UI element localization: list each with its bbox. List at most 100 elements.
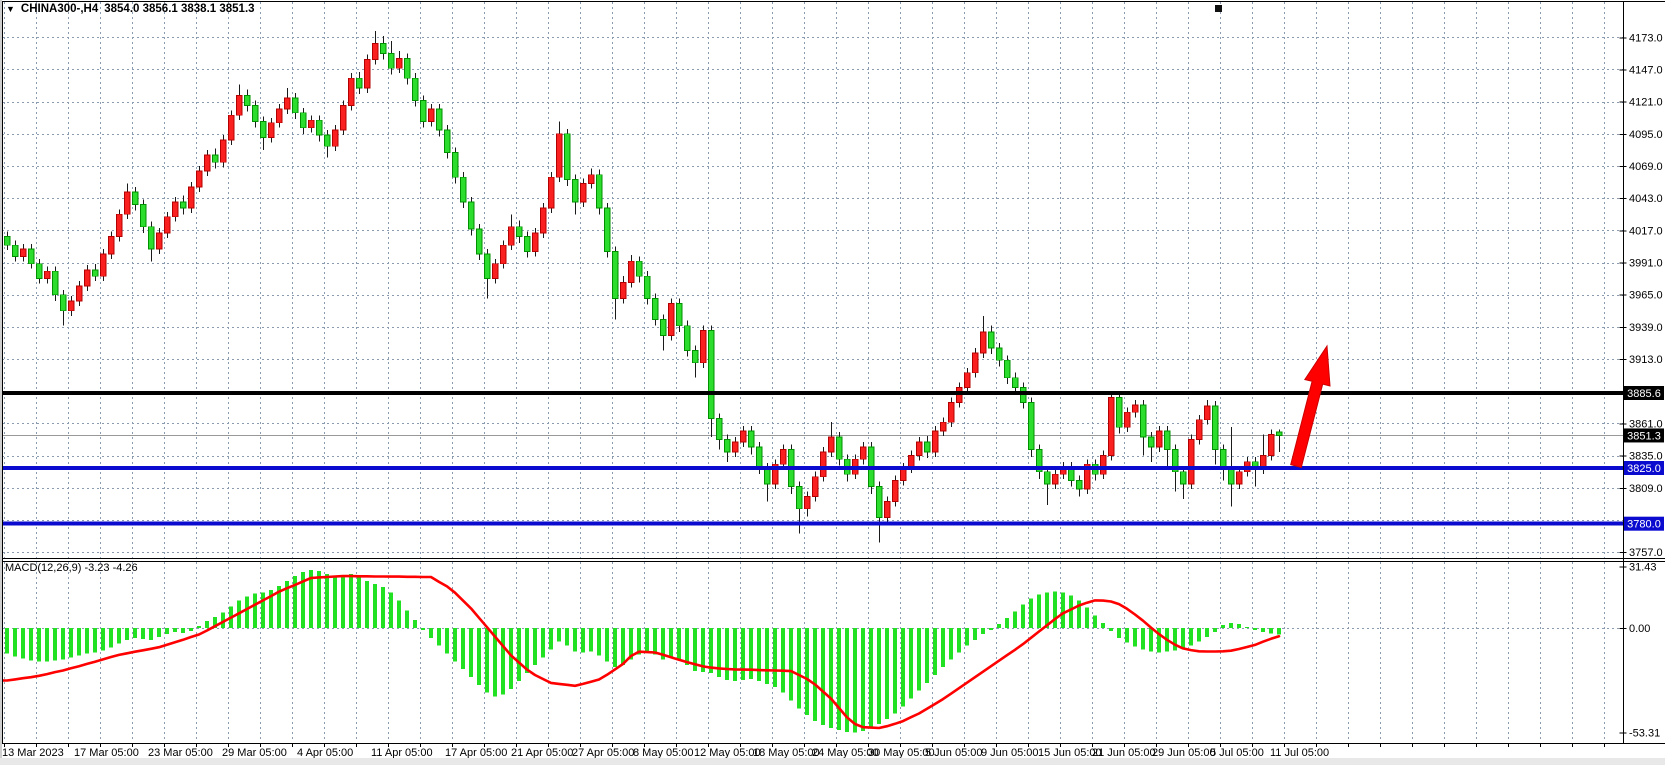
window-bottom-edge[interactable] <box>0 758 1665 765</box>
macd-histogram-bar <box>1149 628 1153 652</box>
macd-histogram-bar <box>909 628 913 699</box>
candle-bear <box>181 202 187 208</box>
candle-bear <box>389 53 395 68</box>
macd-histogram-bar <box>1205 628 1209 637</box>
macd-histogram-bar <box>1261 628 1265 632</box>
candle-bull <box>309 120 315 127</box>
macd-histogram-bar <box>1237 624 1241 628</box>
macd-histogram-bar <box>837 628 841 730</box>
macd-histogram-bar <box>397 601 401 628</box>
candle-bear <box>37 264 43 279</box>
macd-histogram-bar <box>333 577 337 628</box>
macd-histogram-bar <box>1029 599 1033 628</box>
candle-bear <box>213 155 219 162</box>
candle-bear <box>1029 402 1035 449</box>
candle-bear <box>1149 437 1155 447</box>
macd-histogram-bar <box>13 628 17 656</box>
candle-bull <box>621 282 627 298</box>
candle-bear <box>29 249 35 264</box>
price-badge-value: 3825.0 <box>1627 463 1661 475</box>
candle-bear <box>517 227 523 237</box>
macd-histogram-bar <box>997 624 1001 628</box>
window-marker-icon[interactable] <box>1215 5 1222 12</box>
symbol-dropdown-icon[interactable]: ▼ <box>6 4 15 14</box>
macd-histogram-bar <box>173 628 177 632</box>
macd-histogram-bar <box>133 628 137 638</box>
candle-bull <box>973 353 979 373</box>
candle-bear <box>5 237 11 246</box>
candle-bear <box>1013 378 1019 388</box>
macd-histogram-bar <box>1093 615 1097 628</box>
candle-bear <box>301 113 307 128</box>
candle-bear <box>1165 431 1171 450</box>
macd-histogram-bar <box>365 581 369 628</box>
candle-bull <box>333 130 339 146</box>
candle-bull <box>549 177 555 208</box>
candle-bear <box>661 319 667 335</box>
price-badge-value: 3885.6 <box>1627 388 1661 400</box>
macd-histogram-bar <box>181 628 185 633</box>
candle-bear <box>485 254 491 279</box>
candle-bull <box>829 437 835 452</box>
candle-bull <box>45 271 51 278</box>
macd-histogram-bar <box>1181 628 1185 649</box>
macd-histogram-bar <box>1037 595 1041 628</box>
macd-histogram-bar <box>549 628 553 650</box>
candle-bear <box>357 78 363 88</box>
macd-histogram-bar <box>941 628 945 667</box>
macd-histogram-bar <box>749 628 753 679</box>
macd-histogram-bar <box>949 628 953 659</box>
candle-bull <box>1197 420 1203 440</box>
macd-histogram-bar <box>357 577 361 628</box>
macd-indicator-label: MACD(12,26,9) -3.23 -4.26 <box>5 562 138 574</box>
candle-bear <box>461 177 467 202</box>
macd-histogram-bar <box>1005 618 1009 628</box>
candle-bull <box>85 270 91 286</box>
candle-bull <box>125 192 131 214</box>
candle-bear <box>445 130 451 152</box>
macd-histogram-bar <box>653 628 657 654</box>
macd-histogram-bar <box>469 628 473 677</box>
macd-signal-line <box>2 576 1279 728</box>
candle-bear <box>677 303 683 325</box>
candle-bear <box>1117 397 1123 427</box>
macd-histogram-bar <box>765 628 769 684</box>
candle-bull <box>109 237 115 254</box>
candle-bull <box>189 187 195 208</box>
price-axis-label: 4043.0 <box>1629 193 1663 205</box>
macd-histogram-bar <box>189 628 193 631</box>
macd-histogram-bar <box>1245 627 1249 628</box>
macd-histogram-bar <box>117 628 121 644</box>
candle-bear <box>293 98 299 113</box>
candle-bear <box>133 192 139 204</box>
macd-histogram-bar <box>373 584 377 628</box>
candle-bear <box>1181 472 1187 484</box>
macd-histogram-bar <box>77 628 81 655</box>
candle-bull <box>101 254 107 276</box>
candle-bull <box>533 233 539 252</box>
macd-histogram-bar <box>445 628 449 653</box>
price-axis-label: 4147.0 <box>1629 64 1663 76</box>
price-chart-canvas[interactable]: 4173.04147.04121.04095.04069.04043.04017… <box>0 0 1665 765</box>
macd-histogram-bar <box>205 621 209 628</box>
price-axis-label: 4069.0 <box>1629 161 1663 173</box>
macd-histogram-bar <box>197 626 201 628</box>
macd-histogram-bar <box>1085 607 1089 628</box>
macd-histogram-bar <box>1117 628 1121 638</box>
candle-bear <box>997 348 1003 360</box>
macd-histogram-bar <box>773 628 777 687</box>
candle-bear <box>709 331 715 419</box>
candle-bull <box>157 233 163 249</box>
macd-histogram-bar <box>29 628 33 660</box>
candle-bear <box>645 276 651 298</box>
candle-bull <box>813 477 819 497</box>
candle-bear <box>989 332 995 348</box>
macd-histogram-bar <box>429 628 433 638</box>
macd-histogram-bar <box>1125 628 1129 643</box>
macd-histogram-bar <box>1277 628 1281 634</box>
candle-bear <box>53 271 59 295</box>
macd-histogram-bar <box>797 628 801 708</box>
macd-histogram-bar <box>1101 623 1105 628</box>
macd-histogram-bar <box>325 574 329 628</box>
candle-bull <box>1157 431 1163 447</box>
